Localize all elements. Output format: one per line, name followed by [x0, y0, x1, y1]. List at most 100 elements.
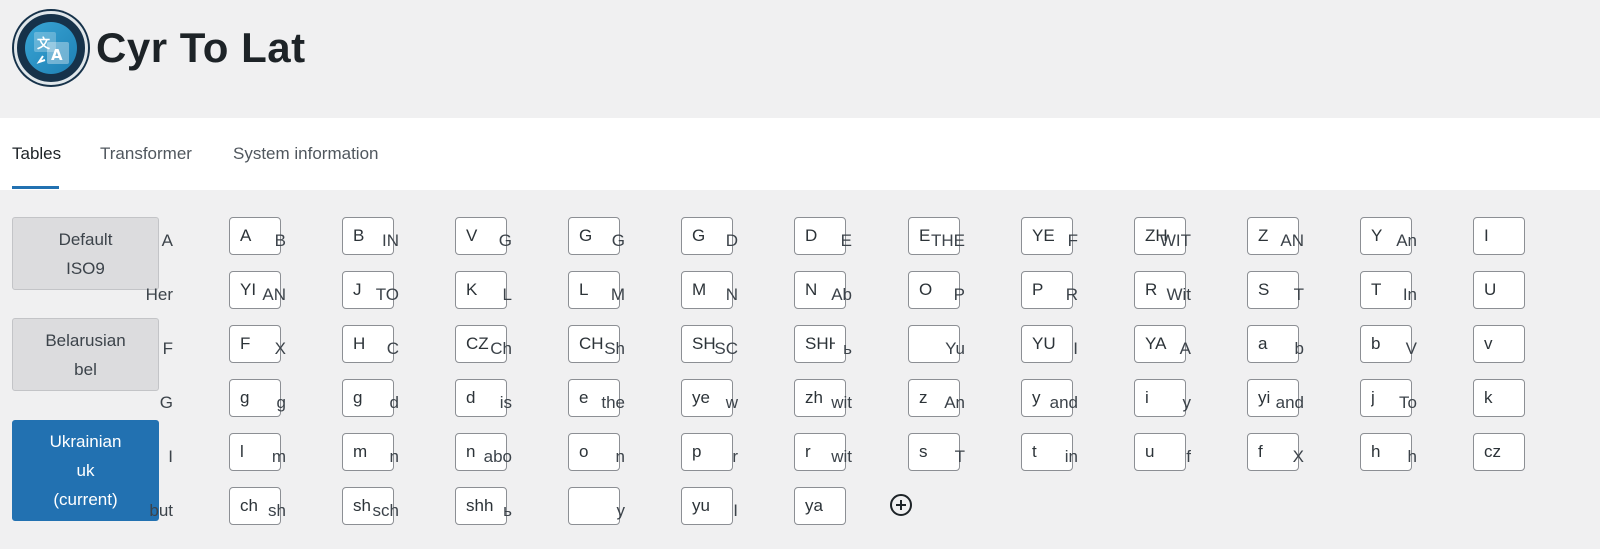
cyrillic-label: h [1407, 447, 1417, 466]
cyrillic-label: m [271, 447, 286, 466]
cyrillic-label: y [1182, 393, 1192, 412]
cyrillic-label: In [1402, 285, 1417, 304]
locale-button-ISO9[interactable]: Default ISO9 [12, 217, 159, 290]
latin-value-input[interactable] [229, 325, 281, 363]
cyrillic-label: in [1064, 447, 1078, 466]
latin-value-input[interactable] [1473, 433, 1525, 471]
latin-value-input[interactable] [908, 271, 960, 309]
cyrillic-label: A [161, 231, 173, 250]
locale-button-label: Ukrainian [49, 432, 122, 451]
cyrillic-label: wit [831, 447, 852, 466]
cyrillic-label: sch [372, 501, 399, 520]
latin-value-input[interactable] [1134, 433, 1186, 471]
latin-value-input[interactable] [1021, 325, 1073, 363]
active-tab-indicator [12, 186, 59, 189]
cyrillic-label: G [159, 393, 173, 412]
cyrillic-label: n [615, 447, 625, 466]
latin-value-input[interactable] [342, 433, 394, 471]
cyrillic-label: Ab [831, 285, 852, 304]
cyrillic-label: abo [483, 447, 512, 466]
tab-transformer[interactable]: Transformer [100, 144, 192, 164]
latin-value-input[interactable] [1473, 379, 1525, 417]
locale-button-label: Belarusian [45, 330, 126, 350]
cyrillic-label: Yu [945, 339, 965, 358]
latin-value-input[interactable] [1473, 217, 1525, 255]
cyrillic-label: d [389, 393, 399, 412]
latin-value-input[interactable] [681, 433, 733, 471]
cyrillic-label: f [1186, 447, 1191, 466]
latin-value-input[interactable] [794, 325, 846, 363]
latin-value-input[interactable] [1247, 433, 1299, 471]
latin-value-input[interactable] [794, 487, 846, 525]
latin-value-input[interactable] [908, 433, 960, 471]
locale-button-label: (current) [53, 490, 118, 509]
cyrillic-label: Ch [490, 339, 512, 358]
cyrillic-label: n [389, 447, 399, 466]
cyrillic-label: I [1073, 339, 1078, 358]
latin-value-input[interactable] [1473, 271, 1525, 309]
cyrillic-label: w [725, 393, 738, 412]
cyrillic-label: B [274, 231, 286, 250]
locale-button-label: bel [74, 359, 97, 379]
cyrillic-label: L [502, 285, 512, 304]
latin-value-input[interactable] [455, 271, 507, 309]
tab-bar: Tables Transformer System information [0, 118, 1600, 190]
cyrillic-label: ь [843, 339, 852, 358]
cyrillic-label: G [611, 231, 625, 250]
cyrillic-label: V [1405, 339, 1417, 358]
cyrillic-label: M [610, 285, 625, 304]
cyrillic-label: r [732, 447, 738, 466]
latin-value-input[interactable] [1134, 379, 1186, 417]
latin-value-input[interactable] [794, 217, 846, 255]
latin-value-input[interactable] [1360, 433, 1412, 471]
cyrillic-label: N [725, 285, 738, 304]
latin-value-input[interactable] [1021, 217, 1073, 255]
cyrillic-label: An [1396, 231, 1417, 250]
svg-text:A: A [51, 46, 63, 64]
cyrillic-label: F [162, 339, 173, 358]
tab-tables[interactable]: Tables [12, 144, 61, 164]
tab-system-information[interactable]: System information [233, 144, 379, 164]
cyrillic-label: I [733, 501, 738, 520]
cyrillic-label: the [601, 393, 625, 412]
cyrillic-label: AN [262, 285, 286, 304]
cyrillic-label: C [386, 339, 399, 358]
latin-value-input[interactable] [1134, 325, 1186, 363]
translate-logo-icon: 文 A [14, 11, 88, 85]
latin-value-input[interactable] [229, 379, 281, 417]
latin-value-input[interactable] [1247, 325, 1299, 363]
cyrillic-label: R [1065, 285, 1078, 304]
latin-value-input[interactable] [1247, 271, 1299, 309]
plus-circle-icon[interactable] [889, 493, 913, 517]
cyrillic-label: IN [382, 231, 399, 250]
latin-value-input[interactable] [342, 379, 394, 417]
cyrillic-label: TO [375, 285, 399, 304]
cyrillic-label: A [1179, 339, 1191, 358]
cyrillic-label: G [498, 231, 512, 250]
cyrillic-label: and [1049, 393, 1078, 412]
cyrillic-label: An [944, 393, 965, 412]
page-header: 文 A Cyr To Lat [0, 0, 1600, 118]
cyrillic-label: X [1292, 447, 1304, 466]
locale-button-label: Default [58, 229, 113, 249]
cyrillic-label: THE [931, 231, 965, 250]
latin-value-input[interactable] [568, 433, 620, 471]
cyrillic-label: To [1399, 393, 1417, 412]
latin-value-input[interactable] [1473, 325, 1525, 363]
locale-button-label: uk [76, 461, 95, 480]
locale-button-uk[interactable]: Ukrainian uk (current) [12, 420, 159, 521]
latin-value-input[interactable] [681, 487, 733, 525]
cyrillic-label: g [276, 393, 286, 412]
latin-value-input[interactable] [229, 217, 281, 255]
cyrillic-label: Her [145, 285, 173, 304]
page-title: Cyr To Lat [96, 24, 306, 71]
locale-button-bel[interactable]: Belarusian bel [12, 318, 159, 391]
latin-value-input[interactable] [568, 487, 620, 525]
cyrillic-label: AN [1280, 231, 1304, 250]
cyrillic-label: but [149, 501, 173, 520]
cyrillic-label: X [274, 339, 286, 358]
latin-value-input[interactable] [1360, 325, 1412, 363]
cyrillic-label: SC [714, 339, 738, 358]
cyrillic-label: F [1067, 231, 1078, 250]
latin-value-input[interactable] [455, 487, 507, 525]
